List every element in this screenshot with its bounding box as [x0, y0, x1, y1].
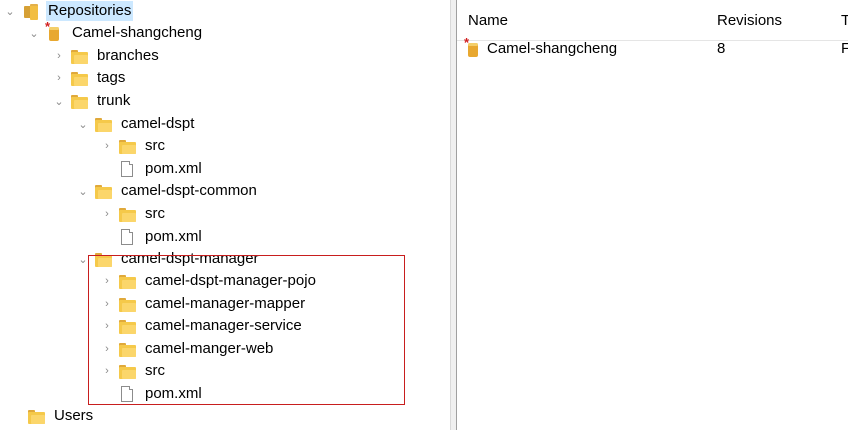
- folder-icon: [119, 341, 137, 357]
- folder-icon: [119, 206, 137, 222]
- chevron-right-icon[interactable]: ›: [101, 203, 113, 225]
- chevron-down-icon[interactable]: ⌄: [4, 0, 16, 22]
- tree-item-label: pom.xml: [145, 160, 202, 177]
- tree-item-label: camel-manger-web: [145, 340, 274, 357]
- chevron-down-icon[interactable]: ⌄: [28, 22, 40, 44]
- tree-item-pom-xml[interactable]: pom.xml: [101, 158, 204, 180]
- tree-item-label: pom.xml: [145, 385, 202, 402]
- tree-item-label: trunk: [97, 92, 131, 109]
- folder-icon: [95, 116, 113, 132]
- tree-item-src[interactable]: › src: [101, 135, 167, 157]
- tree-item-tags[interactable]: › tags: [53, 67, 127, 89]
- tree-item-camel-dspt-manager[interactable]: ⌄ camel-dspt-manager: [77, 248, 261, 270]
- chevron-down-icon[interactable]: ⌄: [53, 90, 65, 112]
- tree-item-src[interactable]: › src: [101, 203, 167, 225]
- tree-item-camel-shangcheng[interactable]: ⌄ * Camel-shangcheng: [28, 20, 204, 44]
- repositories-icon: [22, 3, 40, 20]
- list-cell-name: Camel-shangcheng: [487, 40, 618, 57]
- folder-icon: [95, 251, 113, 267]
- tree-item-label: branches: [97, 47, 159, 64]
- tree-item-src[interactable]: › src: [101, 360, 167, 382]
- tree-item-label: src: [145, 205, 165, 222]
- chevron-right-icon[interactable]: ›: [53, 45, 65, 67]
- folder-icon: [95, 183, 113, 199]
- tree-item-repositories[interactable]: ⌄ Repositories: [4, 0, 134, 22]
- tree-item-camel-manager-service[interactable]: › camel-manager-service: [101, 315, 304, 337]
- file-icon: [119, 386, 137, 402]
- list-cell-revisions: 8: [717, 40, 726, 57]
- chevron-right-icon[interactable]: ›: [101, 293, 113, 315]
- tree-item-label: camel-manager-service: [145, 317, 302, 334]
- list-cell-extra: F: [841, 40, 848, 57]
- tree-item-camel-dspt-common[interactable]: ⌄ camel-dspt-common: [77, 180, 259, 202]
- tree-item-label: Camel-shangcheng: [72, 24, 203, 41]
- repository-icon: *: [464, 36, 483, 57]
- folder-icon: [119, 318, 137, 334]
- chevron-right-icon[interactable]: ›: [101, 135, 113, 157]
- tree-item-camel-dspt-manager-pojo[interactable]: › camel-dspt-manager-pojo: [101, 270, 318, 292]
- tree-item-label: pom.xml: [145, 228, 202, 245]
- column-header-name[interactable]: Name: [468, 12, 508, 29]
- tree-item-pom-xml[interactable]: pom.xml: [101, 226, 204, 248]
- repository-icon: *: [45, 20, 64, 41]
- tree-item-label: camel-dspt: [121, 115, 195, 132]
- pane-splitter[interactable]: [450, 0, 457, 430]
- tree-item-label: tags: [97, 69, 126, 86]
- chevron-right-icon[interactable]: ›: [53, 67, 65, 89]
- tree-item-label: Repositories: [46, 1, 134, 21]
- repository-list-view[interactable]: Name Revisions T * Camel-shangcheng 8 F: [457, 0, 848, 430]
- tree-item-label: Users: [54, 407, 94, 424]
- folder-icon: [119, 273, 137, 289]
- tree-item-camel-dspt[interactable]: ⌄ camel-dspt: [77, 113, 196, 135]
- chevron-right-icon[interactable]: ›: [101, 270, 113, 292]
- column-header-t[interactable]: T: [841, 12, 848, 29]
- folder-icon: [28, 408, 46, 424]
- chevron-right-icon[interactable]: ›: [101, 338, 113, 360]
- chevron-right-icon[interactable]: ›: [101, 315, 113, 337]
- tree-item-label: src: [145, 137, 165, 154]
- tree-item-label: src: [145, 362, 165, 379]
- folder-icon: [119, 138, 137, 154]
- list-header: Name Revisions T: [457, 0, 848, 41]
- folder-icon: [119, 296, 137, 312]
- tree-item-label: camel-dspt-common: [121, 182, 257, 199]
- tree-item-trunk[interactable]: ⌄ trunk: [53, 90, 132, 112]
- repository-tree[interactable]: ⌄ Repositories ⌄ * Camel-shangcheng › br…: [0, 0, 450, 430]
- folder-icon: [119, 363, 137, 379]
- tree-item-pom-xml[interactable]: pom.xml: [101, 383, 204, 405]
- folder-icon: [71, 48, 89, 64]
- file-icon: [119, 229, 137, 245]
- list-row[interactable]: * Camel-shangcheng 8 F: [457, 36, 848, 60]
- file-icon: [119, 161, 137, 177]
- chevron-down-icon[interactable]: ⌄: [77, 248, 89, 270]
- tree-item-camel-manger-web[interactable]: › camel-manger-web: [101, 338, 275, 360]
- chevron-down-icon[interactable]: ⌄: [77, 113, 89, 135]
- tree-item-label: camel-manager-mapper: [145, 295, 306, 312]
- tree-item-users[interactable]: Users: [10, 405, 95, 427]
- chevron-down-icon[interactable]: ⌄: [77, 180, 89, 202]
- tree-item-camel-manager-mapper[interactable]: › camel-manager-mapper: [101, 293, 307, 315]
- tree-item-branches[interactable]: › branches: [53, 45, 161, 67]
- tree-item-label: camel-dspt-manager-pojo: [145, 272, 316, 289]
- folder-icon: [71, 93, 89, 109]
- column-header-revisions[interactable]: Revisions: [717, 12, 782, 29]
- chevron-right-icon[interactable]: ›: [101, 360, 113, 382]
- folder-icon: [71, 70, 89, 86]
- tree-item-label: camel-dspt-manager: [121, 250, 259, 267]
